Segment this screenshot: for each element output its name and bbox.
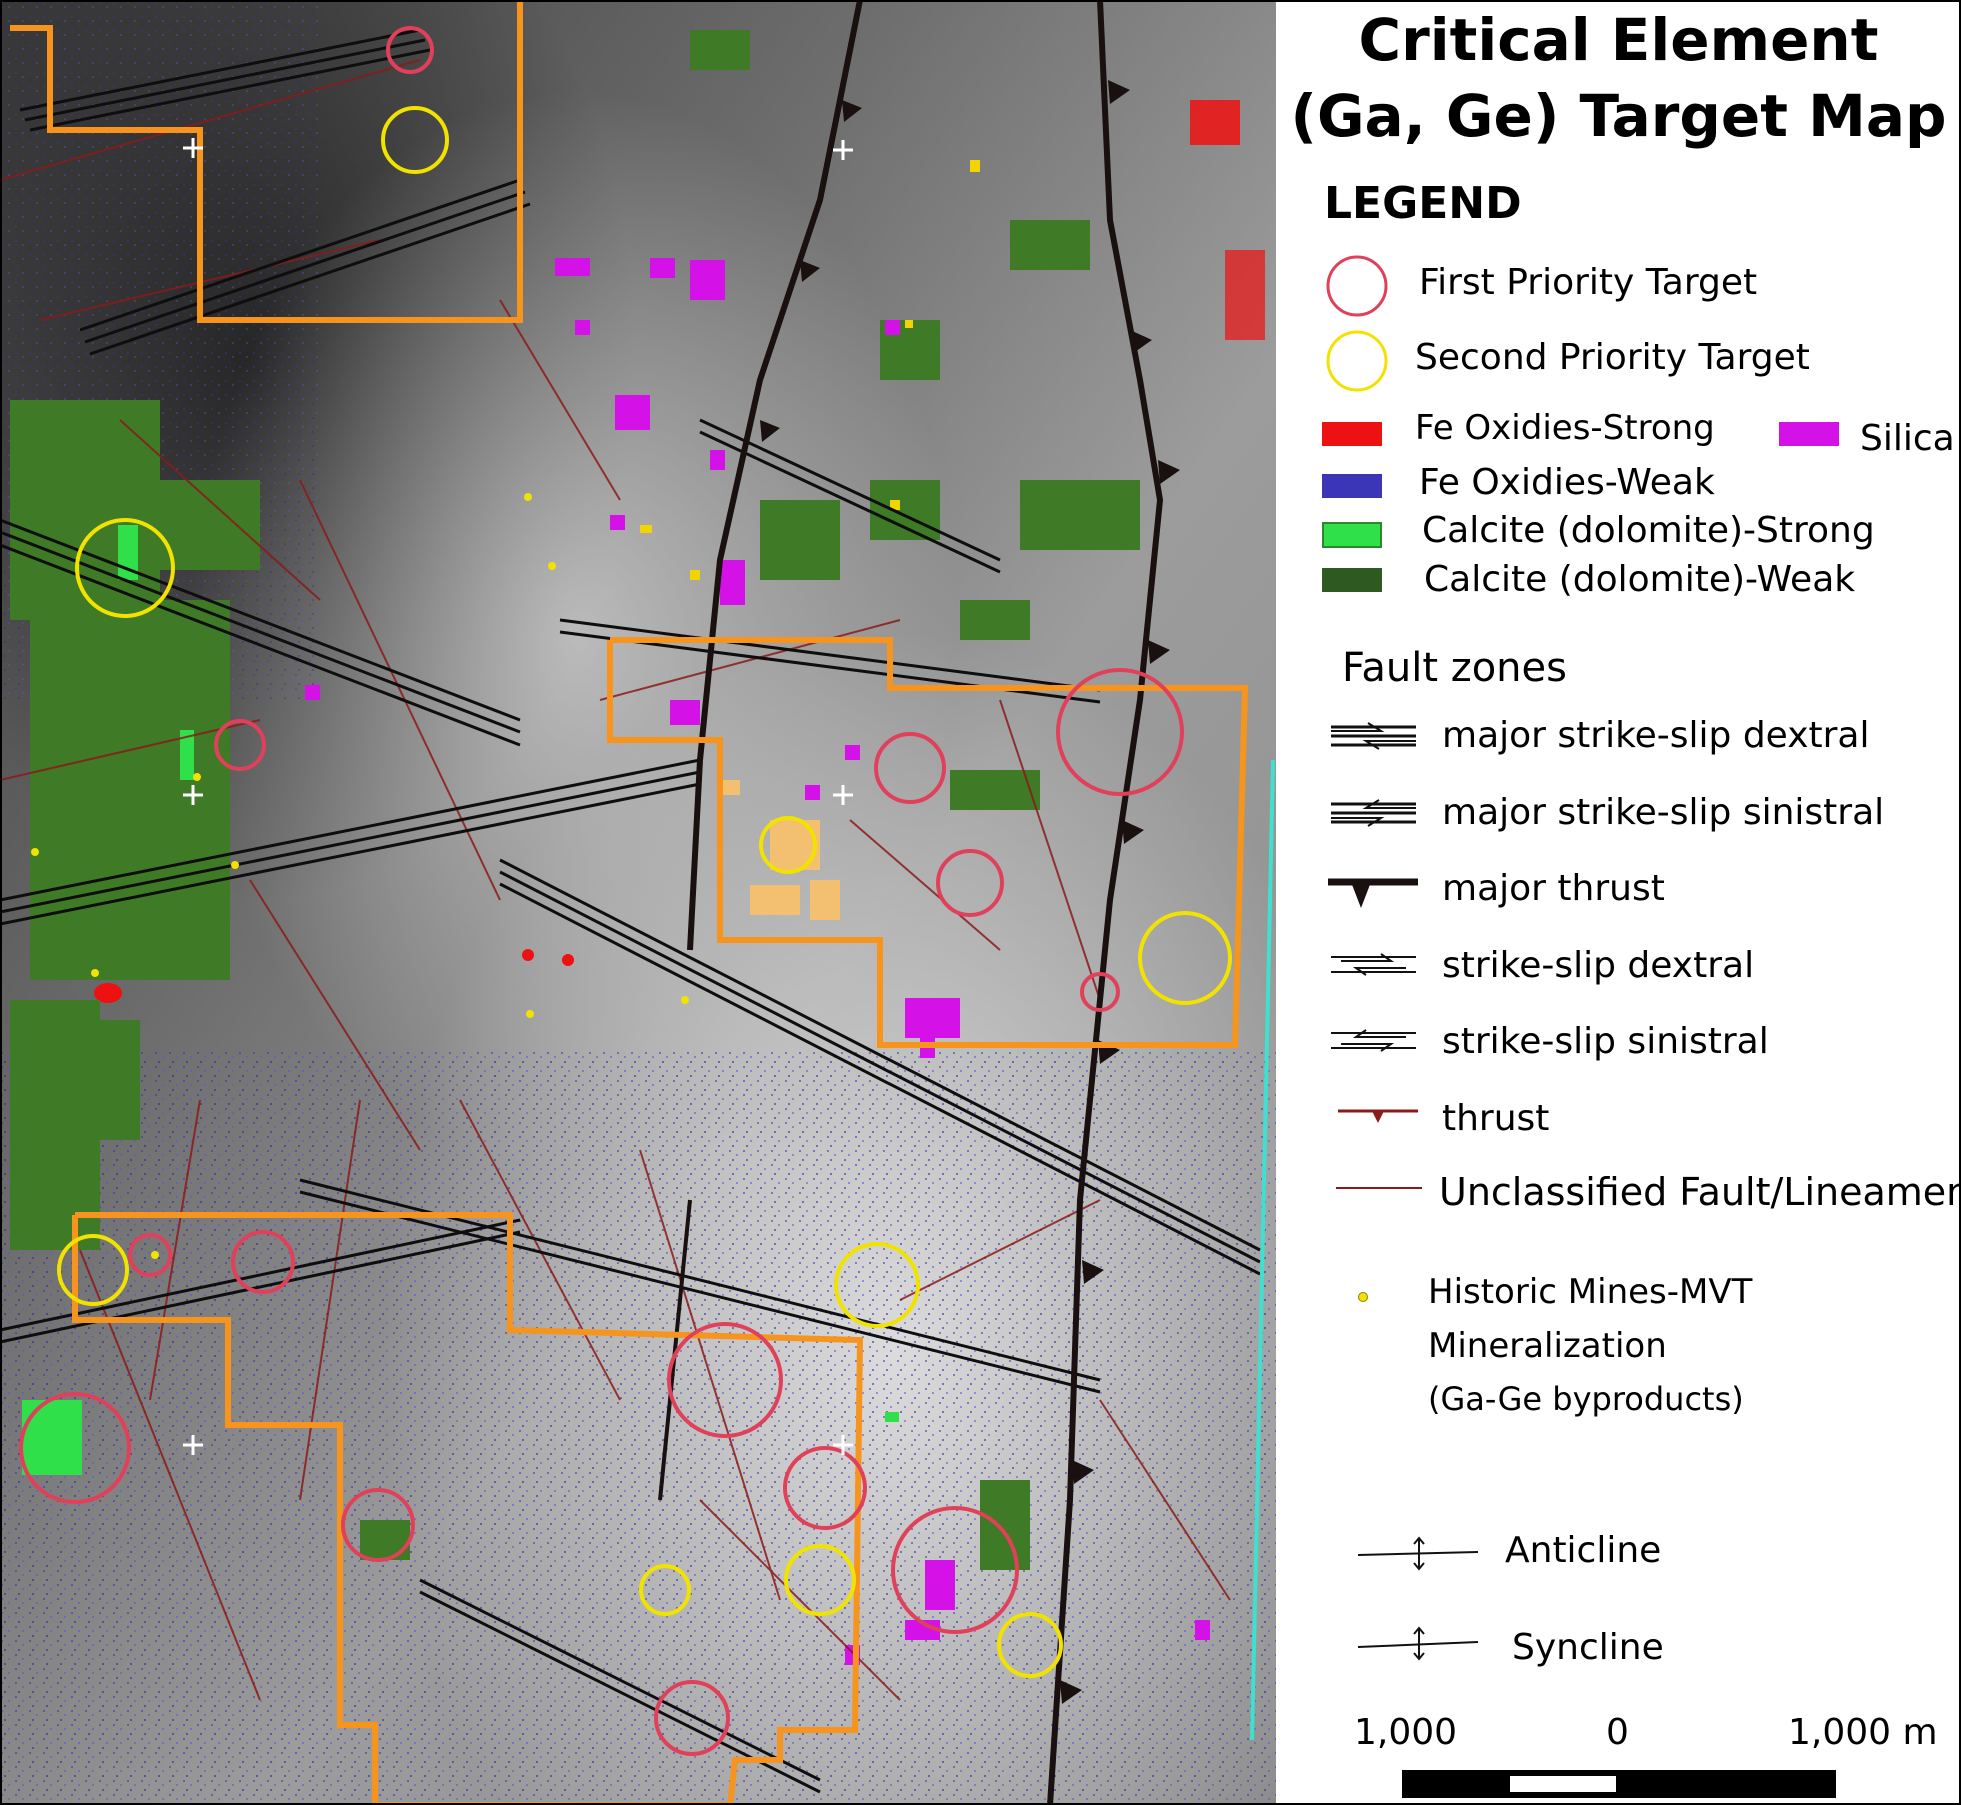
second-priority-symbol <box>1326 330 1388 392</box>
map-figure: Critical Element (Ga, Ge) Target Map LEG… <box>0 0 1961 1805</box>
legend-label-sinistral: strike-slip sinistral <box>1442 1021 1769 1062</box>
anticline-icon <box>1357 1536 1479 1571</box>
sinistral-major-icon <box>1331 799 1416 827</box>
legend-label-second-priority: Second Priority Target <box>1415 337 1810 378</box>
legend-label-dextral: strike-slip dextral <box>1442 945 1755 986</box>
silica-swatch <box>1779 422 1839 446</box>
legend-label-mines-3: (Ga-Ge byproducts) <box>1428 1380 1744 1418</box>
scale-label-center: 0 <box>1606 1712 1629 1753</box>
legend-label-major-thrust: major thrust <box>1442 868 1665 909</box>
scale-label-right: 1,000 m <box>1788 1712 1938 1753</box>
legend-label-thrust: thrust <box>1442 1098 1550 1139</box>
legend-label-calcite-strong: Calcite (dolomite)-Strong <box>1422 510 1875 551</box>
legend-label-sinistral-major: major strike-slip sinistral <box>1442 792 1885 833</box>
scale-label-left: 1,000 <box>1354 1712 1458 1753</box>
legend-label-mines-1: Historic Mines-MVT <box>1428 1272 1753 1312</box>
legend-label-silica: Silica <box>1860 418 1955 459</box>
fault-zones-heading: Fault zones <box>1342 645 1567 691</box>
legend-label-fe-oxide-weak: Fe Oxidies-Weak <box>1419 462 1715 503</box>
legend-label-dextral-major: major strike-slip dextral <box>1442 715 1870 756</box>
map-title-line-1: Critical Element <box>1358 6 1879 74</box>
dextral-major-icon <box>1331 722 1416 750</box>
thrust-icon <box>1338 1109 1418 1123</box>
first-priority-symbol <box>1326 255 1388 317</box>
legend-label-syncline: Syncline <box>1512 1627 1664 1668</box>
sinistral-icon <box>1331 1029 1416 1052</box>
lineament-icon <box>1336 1187 1422 1189</box>
map-panel <box>0 0 1276 1805</box>
legend-label-anticline: Anticline <box>1505 1530 1662 1571</box>
major-thrust-icon <box>1328 878 1418 908</box>
legend-panel: Critical Element (Ga, Ge) Target Map LEG… <box>1276 0 1961 1805</box>
legend-label-first-priority: First Priority Target <box>1419 262 1758 303</box>
legend-label-mines-2: Mineralization <box>1428 1326 1667 1366</box>
calcite-strong-swatch <box>1322 522 1382 548</box>
legend-label-lineament: Unclassified Fault/Lineament <box>1439 1170 1961 1214</box>
calcite-weak-swatch <box>1322 568 1382 592</box>
syncline-icon <box>1357 1626 1479 1661</box>
fe-oxide-strong-swatch <box>1322 422 1382 446</box>
scale-bar <box>1402 1770 1836 1798</box>
legend-label-fe-oxide-strong: Fe Oxidies-Strong <box>1415 408 1715 448</box>
legend-label-calcite-weak: Calcite (dolomite)-Weak <box>1424 559 1856 600</box>
fe-oxide-weak-swatch <box>1322 474 1382 498</box>
map-title-line-2: (Ga, Ge) Target Map <box>1290 82 1947 150</box>
historic-mine-icon <box>1358 1292 1368 1302</box>
legend-heading: LEGEND <box>1324 178 1522 229</box>
dextral-icon <box>1331 953 1416 976</box>
